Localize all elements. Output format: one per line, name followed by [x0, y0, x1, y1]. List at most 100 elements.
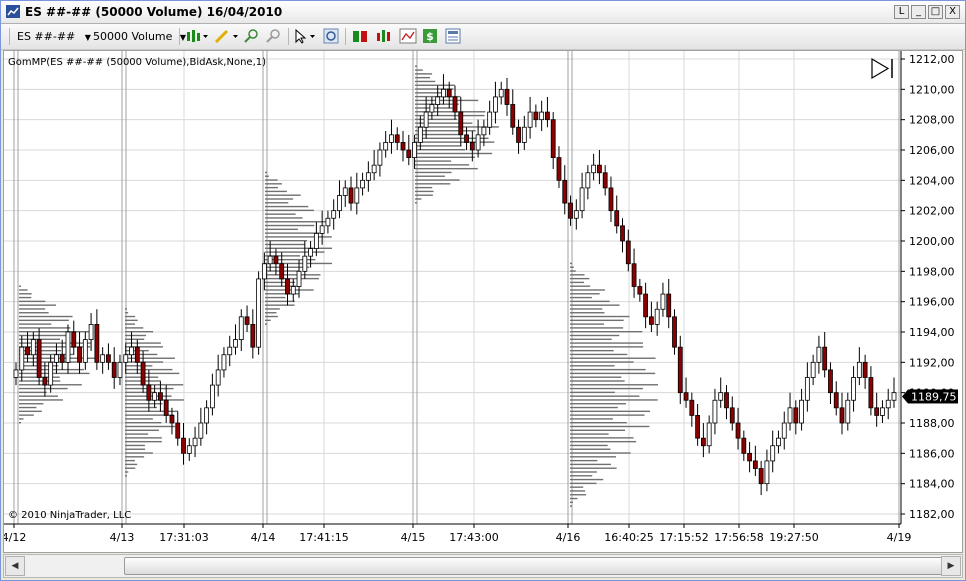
svg-text:$: $: [426, 30, 434, 43]
candle-body: [637, 286, 643, 295]
volume-profile-bar: [125, 467, 136, 469]
volume-profile-bar: [265, 323, 267, 325]
candle-body: [724, 392, 729, 409]
instrument-selector[interactable]: ES ##-## ▼: [17, 28, 91, 45]
volume-profile-bar: [125, 440, 162, 443]
pencil-icon[interactable]: [213, 28, 239, 45]
volume-profile-bar: [415, 156, 476, 158]
volume-profile-bar: [415, 160, 452, 162]
candle-body: [891, 392, 897, 401]
x-tick-label: 4/14: [251, 531, 276, 544]
zoom-out-icon[interactable]: [265, 28, 281, 45]
volume-profile-bar: [19, 334, 68, 337]
volume-profile-bar: [415, 145, 462, 147]
x-tick-label: 17:43:00: [449, 531, 498, 544]
volume-profile-bar: [265, 224, 315, 227]
scroll-right-button[interactable]: ▶: [941, 556, 961, 576]
volume-profile-bar: [570, 262, 572, 265]
y-tick-label: 1206,00: [909, 144, 955, 157]
maximize-button[interactable]: □: [928, 5, 943, 19]
volume-profile-bar: [125, 338, 145, 340]
candle-body: [412, 142, 417, 158]
volume-profile-bar: [265, 308, 280, 310]
volume-profile-bar: [19, 380, 61, 382]
chart-scrollbar[interactable]: ◀ ▶: [3, 554, 963, 578]
scroll-thumb[interactable]: [124, 557, 947, 575]
close-button[interactable]: X: [945, 5, 960, 19]
candle-body: [244, 316, 250, 325]
chart-toolbar: ES ##-## ▼ 50000 Volume ▼ $: [1, 24, 965, 50]
candle-body: [383, 142, 389, 151]
candle-body: [833, 392, 839, 409]
copyright-text: © 2010 NinjaTrader, LLC: [8, 510, 131, 521]
volume-profile-bar: [570, 361, 634, 363]
candle-body: [215, 369, 221, 386]
chart-panel[interactable]: 1212,00 1210,00 1208,00 1206,00 1204,00 1202,…: [2, 50, 963, 553]
candle-body: [204, 407, 210, 424]
candle-body: [59, 354, 65, 363]
magnifier-icon[interactable]: [323, 28, 339, 45]
volume-profile-bar: [570, 497, 578, 500]
strategies-icon[interactable]: [375, 28, 393, 45]
candle-body: [452, 96, 458, 113]
volume-profile-bar: [570, 391, 615, 394]
volume-profile-bar: [570, 338, 612, 340]
price-chart[interactable]: 1212,00 1210,00 1208,00 1206,00 1204,00 1202,…: [2, 51, 962, 552]
zoom-in-icon[interactable]: [243, 28, 259, 45]
candle-body: [764, 460, 770, 485]
volume-profile-bar: [265, 240, 307, 242]
cursor-icon[interactable]: [293, 28, 317, 45]
volume-profile-bar: [265, 281, 295, 284]
volume-profile-bar: [570, 490, 586, 492]
volume-profile-bar: [570, 277, 590, 280]
y-tick-label: 1182,00: [909, 508, 955, 521]
candle-body: [799, 399, 804, 424]
scroll-left-button[interactable]: ◀: [5, 556, 25, 576]
volume-profile-bar: [570, 274, 585, 276]
volume-profile-bar: [570, 300, 610, 303]
candle-body: [585, 172, 591, 189]
title-bar[interactable]: ES ##-## (50000 Volume) 16/04/2010 L _ □…: [1, 1, 965, 24]
indicators-icon[interactable]: [399, 28, 417, 45]
dollar-icon[interactable]: $: [422, 28, 438, 45]
link-button[interactable]: L: [894, 5, 909, 19]
candle-body: [729, 407, 735, 424]
candle-body: [516, 126, 521, 143]
candle-body: [654, 308, 660, 325]
candle-body: [117, 361, 123, 378]
candle-body: [568, 202, 573, 219]
y-tick-label: 1212,00: [909, 53, 955, 66]
candle-body: [441, 88, 446, 98]
volume-profile-bar: [125, 425, 175, 428]
volume-profile-bar: [570, 463, 611, 466]
volume-profile-bar: [19, 289, 28, 291]
candle-body: [25, 346, 30, 356]
candle-body: [787, 407, 793, 424]
volume-profile-bar: [19, 293, 32, 295]
volume-profile-bar: [570, 399, 658, 401]
candle-body: [435, 96, 441, 105]
volume-profile-bar: [415, 149, 466, 151]
candle-body: [822, 346, 828, 371]
candle-body: [169, 415, 175, 424]
volume-profile-bar: [265, 202, 289, 204]
chart-style-icon[interactable]: [185, 28, 209, 45]
candle-body: [158, 392, 163, 401]
candle-body: [597, 164, 602, 174]
volume-profile-bar: [570, 452, 631, 454]
volume-profile-bar: [265, 175, 269, 177]
volume-profile-bar: [570, 410, 651, 413]
order-entry-icon[interactable]: [351, 28, 369, 45]
candle-body: [712, 399, 718, 424]
properties-icon[interactable]: [445, 28, 461, 45]
volume-profile-bar: [570, 418, 613, 420]
volume-profile-bar: [125, 444, 145, 447]
candle-body: [94, 324, 100, 363]
candle-body: [856, 361, 862, 378]
minimize-button[interactable]: _: [911, 5, 926, 19]
candle-body: [683, 392, 689, 401]
candle-body: [700, 437, 706, 447]
volume-profile-bar: [265, 171, 267, 174]
volume-profile-bar: [570, 281, 584, 284]
period-selector[interactable]: 50000 Volume ▼: [93, 28, 186, 45]
